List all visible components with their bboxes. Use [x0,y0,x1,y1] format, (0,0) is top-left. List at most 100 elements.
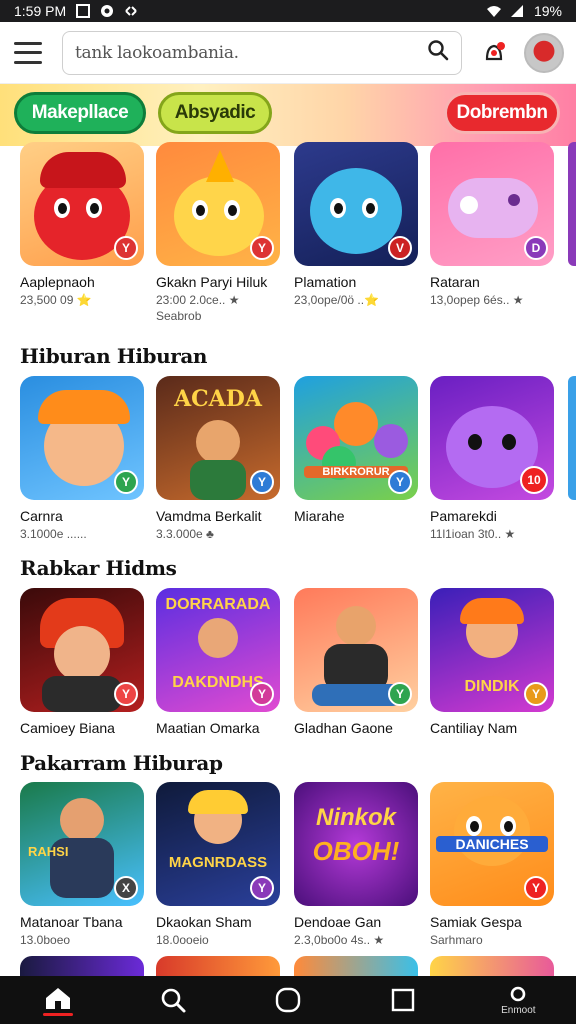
app-thumbnail: DORRARADA DAKDNDHS Y [156,588,280,712]
thumbnail-text: RAHSI [28,844,69,859]
partial-thumbnail [430,956,554,976]
app-card[interactable]: 10 Pamarekdi 11l1ioan 3t0.. ★ [430,376,554,541]
app-meta: 13.0boeo [20,933,71,947]
rating-badge-icon: 10 [520,466,548,494]
app-card[interactable]: Y Aaplepnaoh 23,500 09 ⭐ [20,142,144,307]
rating-badge-icon: V [388,236,412,260]
app-card[interactable]: Y Gkakn Paryi Hiluk 23:00 2.0ce.. ★ Seab… [156,142,280,323]
app-card[interactable]: DINDIK Y Cantiliay Nam [430,588,554,736]
status-time: 1:59 PM [14,3,67,19]
thumbnail-text: DORRARADA [165,596,271,613]
app-card[interactable]: DANICHES Y Samiak Gespa Sarhmaro [430,782,554,947]
app-card[interactable]: Ninkok OBOH! Dendoae Gan 2.3,0bo0o 4s.. … [294,782,418,947]
app-thumbnail: DINDIK Y [430,588,554,712]
app-title: Carnra [20,508,63,524]
app-card[interactable]: V Plamation 23,0ope/0ö ..⭐ [294,142,418,307]
thumbnail-text: MAGNRDASS [168,854,268,871]
nav-home-button[interactable] [258,976,318,1024]
app-meta: 23:00 2.0ce.. ★ [156,293,240,307]
app-card[interactable]: DORRARADA DAKDNDHS Y Maatian Omarka [156,588,280,736]
rating-badge-icon: Y [250,470,274,494]
section-row: RAHSI X Matanoar Tbana 13.0boeo MAGNRDAS… [0,782,576,957]
app-card[interactable]: D Rataran 13,0opep 6és.. ★ [430,142,554,307]
rating-badge-icon: Y [250,682,274,706]
thumbnail-text: OBOH! [312,836,400,866]
rating-badge-icon: Y [250,236,274,260]
app-meta: 3.1000e ...... [20,527,87,541]
rating-badge-icon: Y [524,876,548,900]
nav-search[interactable] [143,976,203,1024]
partial-thumbnail [294,956,418,976]
rating-badge-icon: Y [114,236,138,260]
partial-thumbnail [20,956,144,976]
nav-home[interactable] [28,976,88,1024]
app-header: tank laokoambania. [0,22,576,84]
app-title: Vamdma Berkalit [156,508,262,524]
rating-badge-icon: Y [388,470,412,494]
app-title: Aaplepnaoh [20,274,95,290]
category-banner: Makepllace Absyadic Dobrembn [0,84,576,146]
signal-icon [510,4,524,18]
app-meta: 13,0opep 6és.. ★ [430,293,524,307]
app-card[interactable]: BIRKRORUR Y Miarahe [294,376,418,527]
search-input[interactable]: tank laokoambania. [62,30,462,75]
avatar[interactable] [524,32,564,73]
app-title: Dendoae Gan [294,914,382,930]
app-thumbnail: Y [20,588,144,712]
app-thumbnail: Y [20,142,144,266]
app-thumbnail: Y [20,376,144,500]
app-card[interactable]: Y Gladhan Gaone [294,588,418,736]
app-thumbnail: ACADA Y [156,376,280,500]
search-input-value: tank laokoambania. [75,42,239,63]
thumbnail-text: Ninkok [315,804,396,831]
app-card[interactable]: Y Camioey Biana [20,588,144,736]
app-card[interactable]: Y Carnra 3.1000e ...... [20,376,144,541]
chip-absyadic[interactable]: Absyadic [158,92,272,134]
app-title: Cantiliay Nam [430,720,518,736]
app-thumbnail: Y [294,588,418,712]
top-app-row: Y Aaplepnaoh 23,500 09 ⭐ Y Gkakn Paryi H… [0,142,576,323]
search-icon[interactable] [427,39,449,66]
app-title: Miarahe [294,508,345,524]
app-card[interactable]: RAHSI X Matanoar Tbana 13.0boeo [20,782,144,947]
notification-bell-icon[interactable] [480,39,508,67]
section-title: Pakarram Hiburap [20,751,223,775]
app-thumbnail: D [430,142,554,266]
app-thumbnail: Y [156,142,280,266]
app-thumbnail: BIRKRORUR Y [294,376,418,500]
app-developer: Seabrob [156,309,202,323]
menu-icon[interactable] [14,41,42,64]
scroll-peek [568,142,576,266]
rating-badge-icon: Y [250,876,274,900]
app-title: Gkakn Paryi Hiluk [156,274,268,290]
app-meta: 23,500 09 ⭐ [20,293,92,307]
nav-recents[interactable] [373,976,433,1024]
app-circle-icon [100,4,114,18]
chip-dobrembn[interactable]: Dobrembn [444,92,560,134]
nav-account[interactable]: Enmoot [488,976,548,1024]
thumbnail-text: ACADA [174,386,262,412]
sync-icon [124,4,138,18]
app-thumbnail: DANICHES Y [430,782,554,906]
search-icon [161,988,186,1013]
app-thumbnail: MAGNRDASS Y [156,782,280,906]
rating-badge-icon: D [524,236,548,260]
app-title: Maatian Omarka [156,720,260,736]
app-meta: 2.3,0bo0o 4s.. ★ [294,933,385,947]
section-row: Y Carnra 3.1000e ...... ACADA Y Vamdma B… [0,376,576,551]
app-title: Pamarekdi [430,508,497,524]
app-thumbnail: Ninkok OBOH! [294,782,418,906]
home-icon [45,987,70,1009]
app-meta: 23,0ope/0ö ..⭐ [294,293,380,307]
app-title: Plamation [294,274,357,290]
app-meta: 18.0ooeio [156,933,209,947]
app-card[interactable]: ACADA Y Vamdma Berkalit 3.3.000e ♣ [156,376,280,541]
scroll-peek [568,376,576,500]
square-recents-icon [391,988,415,1012]
rating-badge-icon: Y [114,682,138,706]
app-card[interactable]: MAGNRDASS Y Dkaokan Sham 18.0ooeio [156,782,280,947]
chip-marketplace[interactable]: Makepllace [14,92,146,134]
circle-home-icon [275,987,301,1013]
rating-badge-icon: Y [524,682,548,706]
partial-thumbnail [156,956,280,976]
